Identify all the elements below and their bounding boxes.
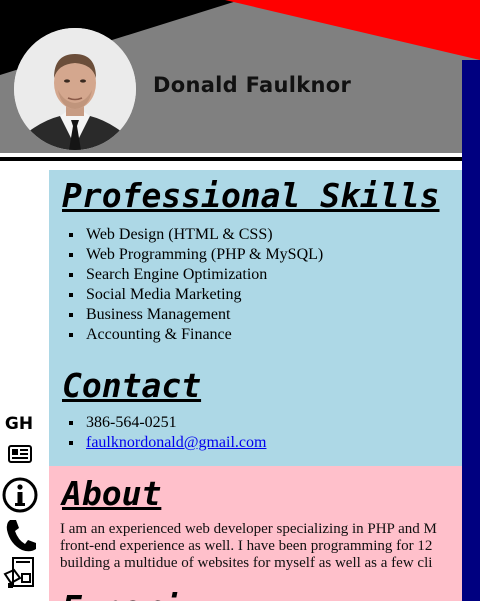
phone-icon[interactable] (0, 516, 40, 559)
skills-list: Web Design (HTML & CSS) Web Programming … (84, 225, 323, 345)
about-line: I am an experienced web developer specia… (60, 521, 437, 537)
skills-contact-section: Professional Skills Web Design (HTML & C… (49, 170, 462, 466)
about-heading: About (62, 474, 162, 513)
list-item: Web Design (HTML & CSS) (84, 225, 323, 245)
email-link[interactable]: faulknordonald@gmail.com (86, 434, 266, 451)
resume-icon[interactable] (0, 444, 40, 471)
list-item: Search Engine Optimization (84, 265, 323, 285)
contact-email-item: faulknordonald@gmail.com (84, 433, 266, 453)
right-edge-bar (462, 60, 480, 601)
skills-heading: Professional Skills (62, 176, 440, 215)
about-line: front-end experience as well. I have bee… (60, 538, 433, 554)
list-item: Social Media Marketing (84, 285, 323, 305)
list-item: Web Programming (PHP & MySQL) (84, 245, 323, 265)
info-icon[interactable] (0, 476, 40, 519)
github-link[interactable]: GH (2, 414, 36, 434)
header-red-triangle (225, 0, 480, 60)
avatar (14, 28, 136, 150)
contact-phone: 386-564-0251 (84, 413, 266, 433)
portfolio-icon[interactable] (0, 556, 40, 595)
about-section: About I am an experienced web developer … (49, 466, 462, 601)
contact-heading: Contact (62, 366, 202, 405)
header-divider (0, 157, 470, 161)
about-line: building a multidue of websites for myse… (60, 555, 433, 571)
contact-list: 386-564-0251 faulknordonald@gmail.com (84, 413, 266, 453)
list-item: Accounting & Finance (84, 325, 323, 345)
list-item: Business Management (84, 305, 323, 325)
about-paragraph: I am an experienced web developer specia… (60, 521, 462, 572)
profile-name: Donald Faulknor (153, 73, 352, 97)
profile-header: Donald Faulknor (0, 0, 480, 153)
experience-heading: Experi (62, 588, 181, 601)
